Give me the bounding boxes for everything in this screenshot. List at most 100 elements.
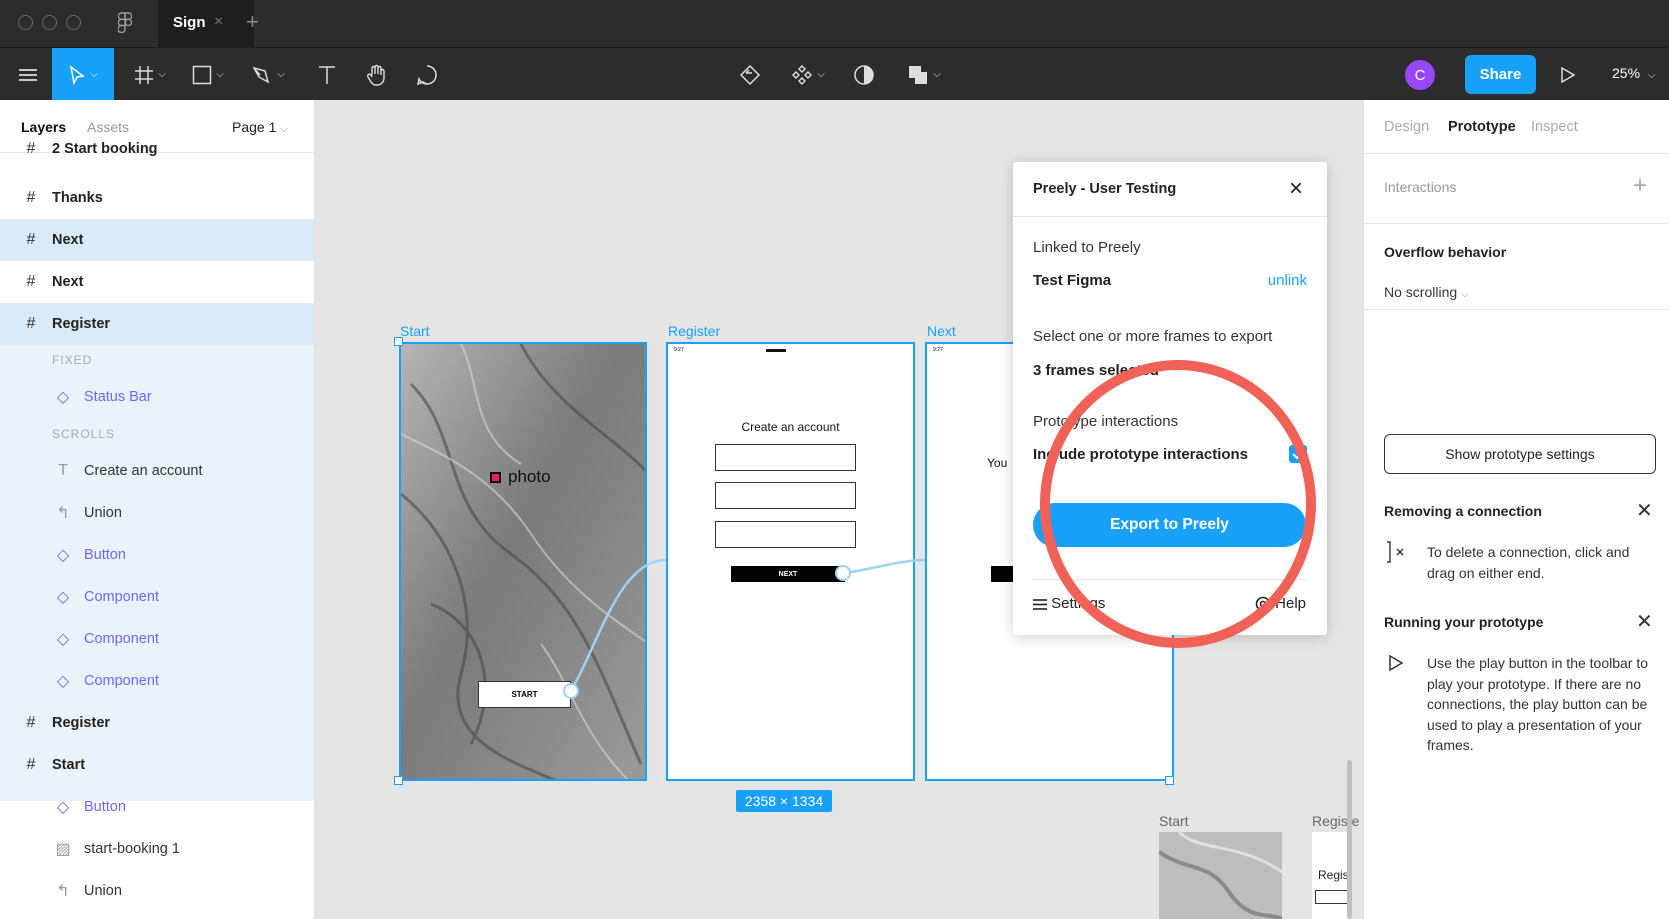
unlink-link[interactable]: unlink	[1268, 272, 1307, 289]
frame-start[interactable]: photo START	[399, 342, 647, 781]
present-button[interactable]	[1556, 48, 1580, 101]
logo-text: photo	[508, 467, 551, 486]
layer-label: Button	[84, 547, 126, 563]
thumb-label-start[interactable]: Start	[1159, 813, 1189, 829]
start-button[interactable]: START	[478, 681, 571, 708]
status-bar-icons	[766, 349, 786, 352]
boolean-button[interactable]: ⌵	[902, 48, 946, 101]
canvas-scrollbar[interactable]	[1347, 760, 1352, 919]
shape-tool-button[interactable]: ⌵	[186, 48, 230, 101]
close-icon[interactable]: ×	[1289, 175, 1303, 203]
title-bar: Sign × +	[0, 0, 1669, 47]
linked-label: Linked to Preely	[1033, 239, 1141, 256]
cursor-icon	[70, 64, 86, 85]
layer-row[interactable]: # Thanks	[0, 177, 314, 219]
layer-row[interactable]: ◇ Status Bar	[0, 376, 314, 418]
tab-assets[interactable]: Assets	[87, 119, 129, 135]
pen-tool-button[interactable]: ⌵	[246, 48, 290, 101]
layer-label: Status Bar	[84, 389, 152, 405]
frame-icon: #	[26, 714, 36, 731]
share-button[interactable]: Share	[1465, 55, 1536, 94]
register-field[interactable]	[715, 521, 856, 548]
next-button[interactable]: NEXT	[731, 566, 845, 582]
selection-dimensions: 2358 × 1334	[736, 790, 832, 812]
marble-thumbnail-image	[1159, 832, 1282, 919]
comment-tool-button[interactable]	[412, 48, 442, 101]
frame-icon: #	[26, 140, 36, 157]
tab-design[interactable]: Design	[1384, 119, 1429, 135]
thumb-register-frame[interactable]: Registe	[1312, 832, 1352, 919]
minimize-window-button[interactable]	[42, 15, 57, 30]
layer-row[interactable]: # Start	[0, 744, 314, 786]
show-prototype-settings-button[interactable]: Show prototype settings	[1384, 434, 1656, 474]
layer-label: start-booking 1	[84, 841, 180, 857]
frame-label-register[interactable]: Register	[668, 323, 720, 339]
layer-row[interactable]: # Register	[0, 702, 314, 744]
overflow-dropdown[interactable]: No scrolling ⌵	[1384, 284, 1469, 300]
layer-row[interactable]: ◇ Component	[0, 660, 314, 702]
layer-label: Button	[84, 799, 126, 815]
photo-logo-icon	[490, 472, 501, 483]
interactions-label: Interactions	[1384, 179, 1457, 195]
layer-row[interactable]: ↰ Union	[0, 870, 314, 912]
frame-label-start[interactable]: Start	[400, 323, 430, 339]
maximize-window-button[interactable]	[66, 15, 81, 30]
layer-row[interactable]: ◇ Component	[0, 618, 314, 660]
frame-icon: #	[26, 231, 36, 248]
component-instance-icon: ◇	[56, 673, 70, 690]
disconnect-icon	[1387, 541, 1404, 563]
layer-row[interactable]: ◇ Button	[0, 786, 314, 828]
section-label-scrolls: SCROLLS	[52, 427, 116, 441]
zoom-dropdown[interactable]: 25% ⌵	[1612, 65, 1656, 81]
pen-icon	[252, 66, 270, 84]
modal-title: Preely - User Testing	[1033, 181, 1177, 197]
layer-row[interactable]: ◇ Button	[0, 534, 314, 576]
layer-row[interactable]: ◇ Component	[0, 576, 314, 618]
tab-layers[interactable]: Layers	[21, 119, 66, 135]
hand-icon	[367, 64, 385, 86]
move-tool-button[interactable]: ⌵	[52, 48, 114, 101]
hand-tool-button[interactable]	[362, 48, 392, 101]
close-icon[interactable]: ✕	[1636, 498, 1653, 523]
figma-logo-icon[interactable]	[118, 12, 132, 33]
page-selector[interactable]: Page 1 ⌵	[232, 119, 288, 135]
overflow-value: No scrolling	[1384, 284, 1458, 300]
layer-row[interactable]: T Create an account	[0, 450, 314, 492]
avatar[interactable]: C	[1405, 60, 1435, 90]
thumb-label-register[interactable]: Registe	[1312, 813, 1359, 829]
layer-row[interactable]: #2 Start booking	[0, 135, 314, 163]
register-field[interactable]	[715, 444, 856, 471]
frame-register[interactable]: 9:27 Create an account NEXT	[666, 342, 915, 781]
layer-row[interactable]: ▨ start-booking 1	[0, 828, 314, 870]
register-field[interactable]	[715, 482, 856, 509]
mask-button[interactable]	[850, 48, 878, 101]
tab-prototype[interactable]: Prototype	[1448, 119, 1516, 135]
tab-sign[interactable]: Sign	[158, 0, 254, 47]
frame-icon: #	[26, 756, 36, 773]
close-icon[interactable]: ✕	[1636, 609, 1653, 634]
component-swap-button[interactable]	[735, 48, 765, 101]
add-interaction-icon[interactable]: +	[1633, 172, 1647, 200]
close-window-button[interactable]	[18, 15, 33, 30]
main-menu-icon[interactable]	[14, 48, 42, 101]
layer-label: Component	[84, 631, 159, 647]
layer-row[interactable]: # Next	[0, 219, 314, 261]
properties-panel: Design Prototype Inspect Interactions + …	[1363, 100, 1669, 919]
thumb-start-frame[interactable]	[1159, 832, 1282, 919]
layer-row[interactable]: ↰ Union	[0, 492, 314, 534]
frame-label-next[interactable]: Next	[927, 323, 956, 339]
resize-handle[interactable]	[394, 776, 403, 785]
create-component-button[interactable]: ⌵	[786, 48, 830, 101]
layer-label: Create an account	[84, 463, 203, 479]
resize-handle[interactable]	[394, 337, 403, 346]
layer-row[interactable]: # Register	[0, 303, 314, 345]
comment-icon	[416, 64, 437, 85]
image-icon: ▨	[55, 841, 71, 858]
tab-close-icon[interactable]: ×	[214, 13, 223, 31]
resize-handle[interactable]	[1165, 776, 1174, 785]
frame-tool-button[interactable]: ⌵	[128, 48, 172, 101]
layer-row[interactable]: # Next	[0, 261, 314, 303]
text-tool-button[interactable]	[312, 48, 342, 101]
tab-inspect[interactable]: Inspect	[1531, 119, 1578, 135]
new-tab-button[interactable]: +	[246, 9, 259, 35]
